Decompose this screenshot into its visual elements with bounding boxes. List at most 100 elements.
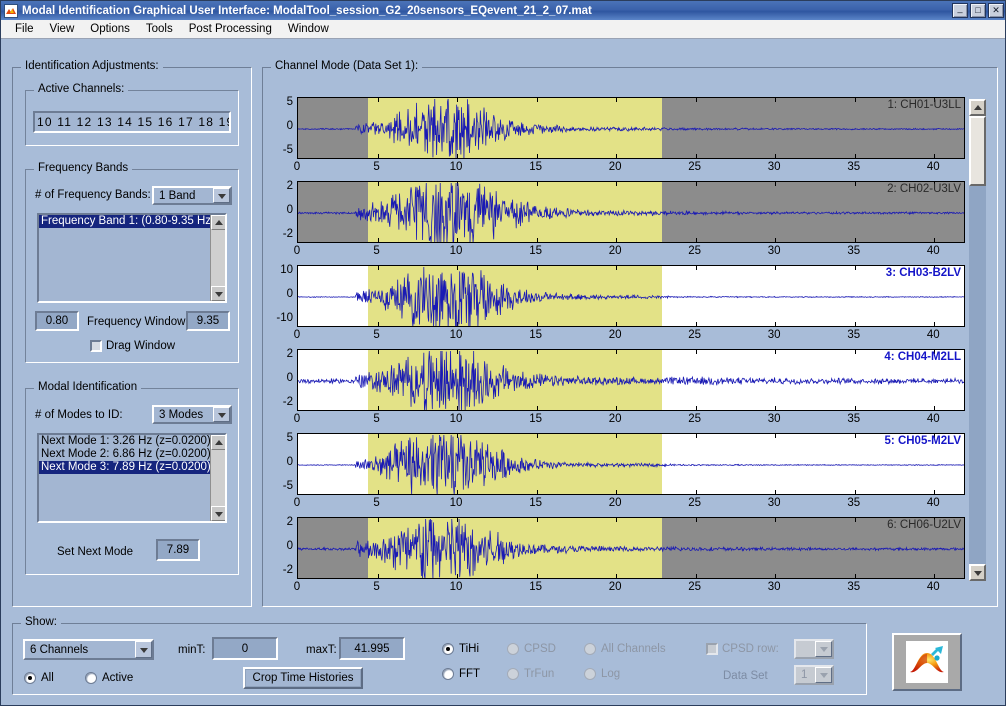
channels-count-value: 6 Channels xyxy=(30,643,89,656)
title-bar: Modal Identification Graphical User Inte… xyxy=(1,1,1005,20)
set-next-mode-field[interactable]: 7.89 xyxy=(156,539,200,561)
radio-all-channels: All Channels xyxy=(584,643,666,655)
radio-circle[interactable] xyxy=(85,672,97,684)
channel-plot-6[interactable]: 6: CH06-U2LV xyxy=(297,517,965,579)
x-tick-label: 15 xyxy=(529,497,542,509)
data-set-value: 1 xyxy=(801,669,808,681)
set-next-mode-label: Set Next Mode xyxy=(57,546,134,558)
active-channels-listbox[interactable]: 10 11 12 13 14 15 16 17 18 19 20 xyxy=(33,111,231,133)
x-tick-label: 15 xyxy=(529,413,542,425)
radio-circle[interactable] xyxy=(442,643,454,655)
channel-plot-4[interactable]: 4: CH04-M2LL xyxy=(297,349,965,411)
waveform-trace-3 xyxy=(298,266,964,326)
radio-fft[interactable]: FFT xyxy=(442,668,480,680)
radio-all-channels-label: All Channels xyxy=(601,643,666,655)
menu-tools[interactable]: Tools xyxy=(138,22,181,36)
scrollbar-thumb[interactable] xyxy=(969,116,986,186)
cpsd-row-select xyxy=(794,639,834,659)
maxT-field[interactable]: 41.995 xyxy=(339,637,405,660)
frequency-window-min-field[interactable]: 0.80 xyxy=(35,311,79,331)
menu-file[interactable]: File xyxy=(7,22,42,36)
frequency-bands-listbox[interactable]: Frequency Band 1: (0.80-9.35 Hz) xyxy=(37,213,227,303)
channel-plot-3[interactable]: 3: CH03-B2LV xyxy=(297,265,965,327)
x-tick-label: 20 xyxy=(608,581,622,593)
maximize-button[interactable]: □ xyxy=(970,3,986,18)
modes-listbox[interactable]: Next Mode 1: 3.26 Hz (z=0.0200) Next Mod… xyxy=(37,433,227,523)
y-tick-label: 2 xyxy=(286,180,293,192)
data-set-label: Data Set xyxy=(723,670,768,682)
x-tick-label: 30 xyxy=(767,413,781,425)
modes-count-select[interactable]: 3 Modes xyxy=(152,405,232,424)
scroll-up-icon[interactable] xyxy=(211,215,225,230)
x-tick-label: 35 xyxy=(847,245,861,257)
y-tick-label: -2 xyxy=(282,564,293,576)
channel-plots-container: 1: CH01-U3LL 5 0 -5 0 5 10 15 20 25 30 35 40 2: CH02-… xyxy=(267,89,993,594)
channel-label-5: 5: CH05-M2LV xyxy=(884,435,961,447)
checkbox-box xyxy=(706,643,718,655)
minT-field[interactable]: 0 xyxy=(212,637,278,660)
chevron-down-icon[interactable] xyxy=(213,188,230,203)
radio-circle xyxy=(507,668,519,680)
radio-tihi-label: TiHi xyxy=(459,643,480,655)
x-tick-label: 5 xyxy=(373,245,380,257)
channel-plot-2[interactable]: 2: CH02-U3LV xyxy=(297,181,965,243)
chevron-down-icon[interactable] xyxy=(213,407,230,422)
matlab-logo-button[interactable] xyxy=(892,633,962,691)
waveform-trace-2 xyxy=(298,182,964,242)
scroll-up-icon[interactable] xyxy=(969,99,986,116)
x-tick-label: 0 xyxy=(293,581,301,593)
y-tick-label: 0 xyxy=(286,456,293,468)
checkbox-box[interactable] xyxy=(90,340,102,352)
radio-circle[interactable] xyxy=(442,668,454,680)
menu-options[interactable]: Options xyxy=(82,22,138,36)
frequency-bands-count-value: 1 Band xyxy=(159,189,196,202)
chevron-down-icon[interactable] xyxy=(135,641,152,658)
mode-item-3[interactable]: Next Mode 3: 7.89 Hz (z=0.0200) xyxy=(39,461,211,474)
window-buttons: _ □ ✕ xyxy=(952,3,1004,18)
x-tick-label: 40 xyxy=(926,245,940,257)
crop-time-histories-button[interactable]: Crop Time Histories xyxy=(243,667,363,689)
channel-plot-5[interactable]: 5: CH05-M2LV xyxy=(297,433,965,495)
channel-plot-1[interactable]: 1: CH01-U3LL xyxy=(297,97,965,159)
chevron-down-icon xyxy=(815,667,832,683)
x-tick-label: 5 xyxy=(373,413,380,425)
frequency-window-max-field[interactable]: 9.35 xyxy=(186,311,230,331)
modal-identification-title: Modal Identification xyxy=(34,381,142,393)
scroll-down-icon[interactable] xyxy=(211,506,225,521)
mode-item-1[interactable]: Next Mode 1: 3.26 Hz (z=0.0200) xyxy=(39,435,211,448)
x-tick-label: 25 xyxy=(688,581,702,593)
radio-show-active[interactable]: Active xyxy=(85,672,133,684)
scroll-up-icon[interactable] xyxy=(211,435,225,450)
drag-window-checkbox[interactable]: Drag Window xyxy=(90,340,175,352)
y-tick-label: 10 xyxy=(280,264,293,276)
modes-scrollbar[interactable] xyxy=(210,435,225,521)
menu-view[interactable]: View xyxy=(42,22,83,36)
mode-item-2[interactable]: Next Mode 2: 6.86 Hz (z=0.0200) xyxy=(39,448,211,461)
minimize-button[interactable]: _ xyxy=(952,3,968,18)
waveform-trace-1 xyxy=(298,98,964,158)
frequency-bands-scrollbar[interactable] xyxy=(210,215,225,301)
scroll-down-icon[interactable] xyxy=(211,286,225,301)
radio-trfun: TrFun xyxy=(507,668,554,680)
radio-circle[interactable] xyxy=(24,672,36,684)
x-tick-label: 20 xyxy=(608,413,622,425)
drag-window-label: Drag Window xyxy=(106,340,176,352)
y-tick-label: -5 xyxy=(282,480,293,492)
frequency-bands-count-select[interactable]: 1 Band xyxy=(152,186,232,205)
menu-post-processing[interactable]: Post Processing xyxy=(181,22,280,36)
channels-count-select[interactable]: 6 Channels xyxy=(23,639,154,660)
radio-tihi[interactable]: TiHi xyxy=(442,643,479,655)
channel-plots-scrollbar[interactable] xyxy=(969,99,986,581)
scroll-down-icon[interactable] xyxy=(969,564,986,581)
close-button[interactable]: ✕ xyxy=(988,3,1004,18)
active-channels-title: Active Channels: xyxy=(34,83,129,95)
y-tick-label: 5 xyxy=(286,96,293,108)
x-tick-label: 15 xyxy=(529,161,542,173)
frequency-band-item[interactable]: Frequency Band 1: (0.80-9.35 Hz) xyxy=(39,215,215,228)
modal-identification-window: Modal Identification Graphical User Inte… xyxy=(0,0,1006,706)
radio-show-all[interactable]: All xyxy=(24,672,54,684)
menu-window[interactable]: Window xyxy=(280,22,337,36)
channel-label-4: 4: CH04-M2LL xyxy=(884,351,961,363)
data-set-select: 1 xyxy=(794,665,834,685)
radio-fft-label: FFT xyxy=(459,668,481,680)
